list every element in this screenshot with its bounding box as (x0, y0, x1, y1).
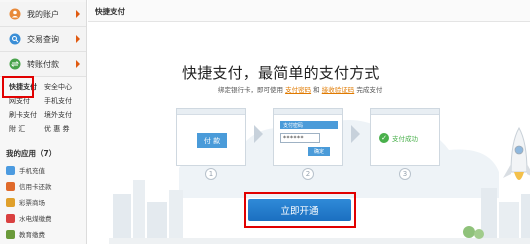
app-item-lottery[interactable]: 彩票商场 (6, 196, 45, 208)
verification-code-link[interactable]: 接收验证码 (322, 86, 355, 94)
chevron-right-icon (76, 10, 80, 18)
nav-item-transfer[interactable]: 转账付款 (0, 52, 86, 77)
success-indicator: ✓ 支付成功 (379, 133, 418, 143)
pay-chip: 付 款 (197, 133, 227, 148)
nav-item-transaction-query[interactable]: 交易查询 (0, 27, 86, 52)
success-text: 支付成功 (392, 135, 418, 143)
credit-card-icon (6, 181, 15, 191)
utility-icon (6, 213, 15, 223)
app-label: 彩票商场 (19, 199, 45, 207)
chevron-right-icon (76, 35, 80, 43)
arrow-right-icon (351, 125, 360, 143)
sidebar: 我的账户 交易查询 转账付款 快捷支付 安全中心 网支付 手机支付 刷卡支付 境… (0, 0, 87, 244)
main-header: 快捷支付 (88, 0, 530, 22)
chevron-right-icon (76, 60, 80, 68)
step-window-bar (371, 109, 439, 115)
lottery-icon (6, 197, 15, 207)
user-icon (8, 7, 22, 21)
password-field: ****** (280, 133, 320, 143)
app-item-mobile-recharge[interactable]: 手机充值 (6, 164, 45, 176)
password-label: 支付密码 (280, 121, 338, 129)
app-label: 信用卡还款 (19, 183, 52, 191)
payment-password-link[interactable]: 支付密码 (285, 86, 311, 94)
subline: 绑定银行卡，即可使用 支付密码 和 接收验证码 完成支付 (218, 84, 382, 94)
app-item-utility-bills[interactable]: 水电煤缴费 (6, 212, 52, 224)
sub-link-overseas-pay[interactable]: 境外支付 (44, 110, 72, 120)
nav-label: 转账付款 (27, 59, 59, 69)
app-label: 水电煤缴费 (19, 215, 52, 223)
step-number-2: 2 (302, 168, 314, 180)
step-card-2: 支付密码 ****** 确定 (273, 108, 343, 166)
step-window-bar (274, 109, 342, 115)
step-window-bar (177, 109, 245, 115)
headline: 快捷支付，最简单的支付方式 (182, 64, 380, 82)
step-card-3: ✓ 支付成功 (370, 108, 440, 166)
app-label: 手机充值 (19, 167, 45, 175)
nav-item-my-account[interactable]: 我的账户 (0, 2, 86, 27)
sub-link-remit[interactable]: 附 汇 (9, 124, 25, 134)
subline-text: 完成支付 (356, 86, 383, 94)
step-number-1: 1 (205, 168, 217, 180)
sub-link-security-center[interactable]: 安全中心 (44, 82, 72, 92)
main-panel: 快捷支付 快捷支付，最简单的支付方式 绑定银行卡，即可使用 支付密码 和 接收验… (88, 0, 530, 244)
step-number-3: 3 (399, 168, 411, 180)
apps-section-title: 我的应用（7） (6, 149, 57, 158)
confirm-button: 确定 (308, 147, 330, 156)
education-icon (6, 229, 15, 239)
activate-now-button[interactable]: 立即开通 (248, 199, 351, 221)
sub-link-mobile-pay[interactable]: 手机支付 (44, 96, 72, 106)
step-card-1: 付 款 (176, 108, 246, 166)
phone-icon (6, 165, 15, 175)
search-icon (8, 32, 22, 46)
annotation-highlight-box (2, 76, 34, 98)
subline-text: 绑定银行卡，即可使用 (218, 86, 283, 94)
app-item-education-fees[interactable]: 教育缴费 (6, 228, 45, 240)
nav-label: 交易查询 (27, 34, 59, 44)
app-item-credit-card-repay[interactable]: 信用卡还款 (6, 180, 52, 192)
nav-label: 我的账户 (27, 9, 59, 19)
checkmark-icon: ✓ (379, 133, 389, 143)
app-label: 教育缴费 (19, 231, 45, 239)
sub-link-coupons[interactable]: 优 惠 券 (44, 124, 69, 134)
page-title: 快捷支付 (95, 7, 125, 16)
transfer-icon (8, 57, 22, 71)
subline-text: 和 (313, 86, 320, 94)
arrow-right-icon (254, 125, 263, 143)
sub-link-card-pay[interactable]: 刷卡支付 (9, 110, 37, 120)
